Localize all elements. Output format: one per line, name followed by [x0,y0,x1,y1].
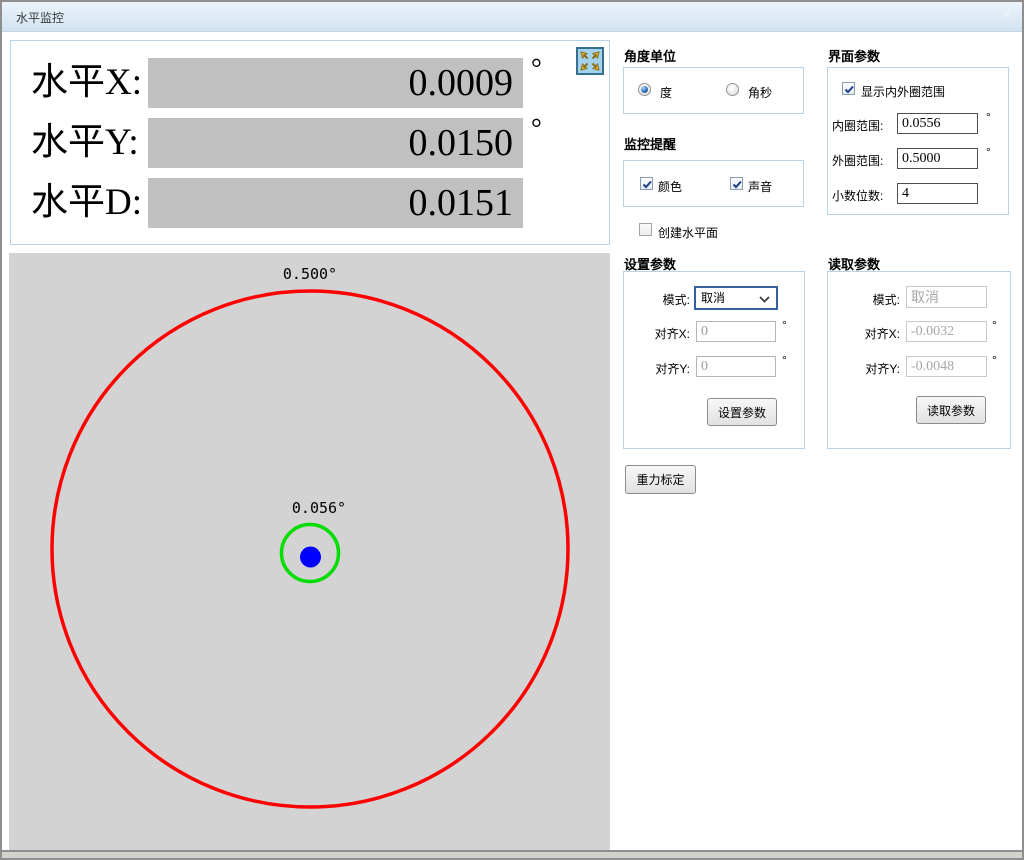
color-checkbox-label[interactable]: 颜色 [658,178,682,195]
sound-checkbox-label[interactable]: 声音 [748,178,772,195]
chevron-down-icon [759,296,770,303]
ui-params-title: 界面参数 [828,46,880,65]
set-align-y-label: 对齐Y: [634,360,690,377]
read-mode-field [906,286,987,308]
set-align-x-unit: ° [782,318,787,332]
read-mode-label: 模式: [844,291,900,308]
set-params-box: 模式: 取消 对齐X: ° 对齐Y: ° 设置参数 [623,271,805,449]
outer-range-unit: ° [986,145,991,159]
set-mode-dropdown[interactable]: 取消 [694,286,778,310]
level-d-value: 0.0151 [148,178,523,228]
level-y-value: 0.0150 [148,118,523,168]
read-align-y-label: 对齐Y: [844,360,900,377]
expand-arrows-icon[interactable] [576,47,604,75]
level-y-unit: ° [531,113,561,143]
check-icon [641,178,654,191]
degree-radio[interactable] [638,83,651,96]
arcsec-radio-label[interactable]: 角秒 [748,84,772,101]
arcsec-radio[interactable] [726,83,739,96]
set-align-y-input[interactable] [696,356,776,377]
outer-range-input[interactable] [897,148,978,169]
inner-range-unit: ° [986,110,991,124]
gravity-calibration-button[interactable]: 重力标定 [625,465,696,494]
set-mode-label: 模式: [634,291,690,308]
expand-arrows-glyph [578,49,602,73]
close-icon[interactable]: × [1003,6,1012,24]
window-title: 水平监控 [16,9,64,26]
outer-range-label: 0.500° [283,265,337,283]
create-plane-label[interactable]: 创建水平面 [658,224,718,241]
decimals-input[interactable] [897,183,978,204]
inner-range-label: 0.056° [292,499,346,517]
set-align-y-unit: ° [782,353,787,367]
read-align-x-label: 对齐X: [844,325,900,342]
set-align-x-input[interactable] [696,321,776,342]
decimals-field-label: 小数位数: [832,187,883,204]
read-align-y-field [906,356,987,377]
read-align-x-unit: ° [992,318,997,332]
create-plane-checkbox[interactable] [639,223,652,236]
monitor-alert-title: 监控提醒 [624,134,676,153]
level-x-unit: ° [531,53,561,83]
radio-selected-dot [641,86,648,93]
ui-params-box: 显示内外圈范围 内圈范围: ° 外圈范围: ° 小数位数: [827,67,1009,215]
degree-radio-label[interactable]: 度 [660,84,672,101]
level-d-unit [531,173,561,203]
show-range-checkbox[interactable] [842,82,855,95]
inner-range-input[interactable] [897,113,978,134]
set-params-button[interactable]: 设置参数 [707,398,777,426]
sound-checkbox[interactable] [730,177,743,190]
set-mode-value: 取消 [701,291,725,305]
set-align-x-label: 对齐X: [634,325,690,342]
show-range-label[interactable]: 显示内外圈范围 [861,83,945,100]
title-bar: 水平监控 × [2,2,1022,32]
read-align-x-field [906,321,987,342]
window-bottom-frame [2,850,1022,858]
read-params-box: 模式: 对齐X: ° 对齐Y: ° 读取参数 [827,271,1011,449]
level-x-value: 0.0009 [148,58,523,108]
level-d-label: 水平D: [31,178,149,228]
monitor-alert-box: 颜色 声音 [623,160,804,207]
read-align-y-unit: ° [992,353,997,367]
level-x-label: 水平X: [31,58,149,108]
read-params-button[interactable]: 读取参数 [916,396,986,424]
color-checkbox[interactable] [640,177,653,190]
inner-range-field-label: 内圈范围: [832,117,883,134]
level-gauge-canvas: 0.500° 0.056° [9,253,610,851]
angle-unit-title: 角度单位 [624,46,676,65]
check-icon [843,83,856,96]
level-position-dot [300,547,321,568]
app-window: 水平监控 × 水平X: 0.0009 ° 水平Y: 0.0150 ° 水平D: … [0,0,1024,860]
readout-panel: 水平X: 0.0009 ° 水平Y: 0.0150 ° 水平D: 0.0151 [10,40,610,245]
outer-range-field-label: 外圈范围: [832,152,883,169]
angle-unit-box: 度 角秒 [623,67,804,114]
check-icon [731,178,744,191]
level-y-label: 水平Y: [31,118,149,168]
